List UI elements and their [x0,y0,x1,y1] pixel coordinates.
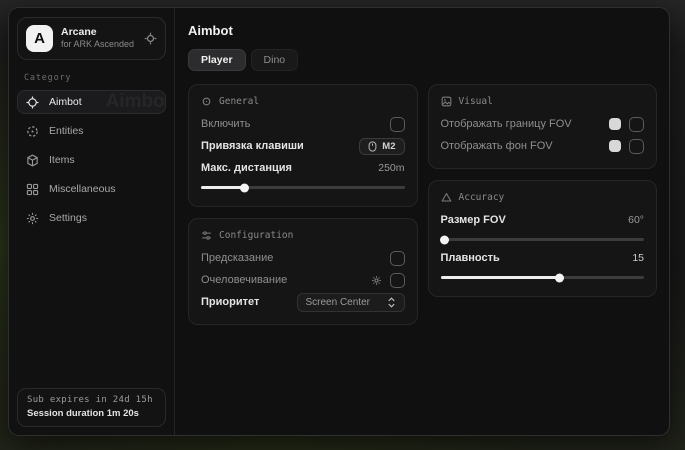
fov-border-color-swatch[interactable] [609,118,621,130]
slider-thumb[interactable] [440,235,449,244]
tab-dino[interactable]: Dino [251,49,299,71]
max-distance-label: Макс. дистанция [201,162,292,174]
max-distance-row: Макс. дистанция 250m [201,157,405,179]
fov-bg-checkbox[interactable] [629,139,644,154]
tab-player[interactable]: Player [188,49,246,71]
category-nav: Aimbot Aimbot Entities [17,90,166,230]
slider-thumb[interactable] [240,183,249,192]
fov-border-label: Отображать границу FOV [441,118,572,130]
page-title: Aimbot [188,23,657,38]
visual-card-title: Visual [459,96,493,107]
scan-icon [26,125,39,138]
fov-bg-row: Отображать фон FOV [441,135,645,157]
fov-bg-color-swatch[interactable] [609,140,621,152]
right-column: Visual Отображать границу FOV Отображать… [428,84,658,297]
card-columns: General Включить Привязка клавиши [188,84,657,325]
category-label: Category [24,73,159,83]
app-window: A Arcane for ARK Ascended Category [8,7,670,436]
prediction-row: Предсказание [201,247,405,269]
image-icon [441,96,452,107]
enable-checkbox[interactable] [390,117,405,132]
smoothness-row: Плавность 15 [441,247,645,269]
visual-card: Visual Отображать границу FOV Отображать… [428,84,658,169]
fov-bg-label: Отображать фон FOV [441,140,553,152]
prediction-checkbox[interactable] [390,251,405,266]
chevron-updown-icon [387,297,396,308]
humanize-settings-icon[interactable] [371,275,382,286]
slider-fill [201,186,244,189]
keybind-row: Привязка клавиши M2 [201,135,405,157]
slider-fill [441,276,559,279]
logo-text: Arcane for ARK Ascended [61,26,134,50]
fov-size-value: 60° [628,214,644,226]
priority-label: Приоритет [201,296,259,308]
sidebar-item-label: Items [49,154,75,166]
sidebar-item-ghost: Aimbot [106,91,166,113]
priority-value: Screen Center [306,297,370,308]
sidebar-item-label: Settings [49,212,87,224]
smoothness-slider[interactable] [441,276,645,279]
session-card: Sub expires in 24d 15h Session duration … [17,388,166,427]
sidebar-item-label: Entities [49,125,83,137]
configuration-card: Configuration Предсказание Очеловечивани… [188,218,418,325]
sidebar-item-aimbot[interactable]: Aimbot Aimbot [17,90,166,114]
main-content: Aimbot Player Dino Gener [175,8,669,435]
priority-row: Приоритет Screen Center [201,291,405,313]
keybind-button[interactable]: M2 [359,138,404,155]
grid-icon [26,183,39,196]
app-subtitle: for ARK Ascended [61,39,134,50]
humanize-row: Очеловечивание [201,269,405,291]
accuracy-card-header: Accuracy [441,192,645,203]
crosshair-icon [26,96,39,109]
gear-icon [26,212,39,225]
fov-border-checkbox[interactable] [629,117,644,132]
target-icon [201,96,212,107]
app-title: Arcane [61,26,134,39]
general-card: General Включить Привязка клавиши [188,84,418,207]
max-distance-value: 250m [378,162,404,174]
priority-dropdown[interactable]: Screen Center [297,293,405,312]
app-logo: A [26,25,53,52]
sidebar-item-items[interactable]: Items [17,148,166,172]
humanize-label: Очеловечивание [201,274,287,286]
max-distance-slider[interactable] [201,186,405,189]
configuration-card-header: Configuration [201,230,405,241]
accuracy-card-title: Accuracy [459,192,505,203]
sidebar-item-label: Miscellaneous [49,183,116,195]
sidebar-item-miscellaneous[interactable]: Miscellaneous [17,177,166,201]
keybind-value: M2 [382,141,395,152]
sidebar: A Arcane for ARK Ascended Category [9,8,175,435]
sidebar-item-settings[interactable]: Settings [17,206,166,230]
general-card-header: General [201,96,405,107]
sub-expires-text: Sub expires in 24d 15h [27,395,156,405]
focus-icon[interactable] [144,32,157,45]
logo-card: A Arcane for ARK Ascended [17,17,166,60]
sidebar-item-label: Aimbot [49,96,82,108]
smoothness-value: 15 [632,252,644,264]
humanize-checkbox[interactable] [390,273,405,288]
general-card-title: General [219,96,259,107]
fov-border-row: Отображать границу FOV [441,113,645,135]
smoothness-label: Плавность [441,252,500,264]
prediction-label: Предсказание [201,252,273,264]
tune-icon [201,230,212,241]
accuracy-card: Accuracy Размер FOV 60° Плавность 15 [428,180,658,297]
left-column: General Включить Привязка клавиши [188,84,418,325]
keybind-label: Привязка клавиши [201,140,304,152]
sidebar-item-entities[interactable]: Entities [17,119,166,143]
mouse-icon [368,141,377,152]
slider-thumb[interactable] [555,273,564,282]
triangle-icon [441,192,452,203]
enable-label: Включить [201,118,250,130]
fov-size-row: Размер FOV 60° [441,209,645,231]
visual-card-header: Visual [441,96,645,107]
session-duration-text: Session duration 1m 20s [27,408,156,419]
tab-bar: Player Dino [188,49,657,71]
fov-size-slider[interactable] [441,238,645,241]
fov-size-label: Размер FOV [441,214,506,226]
configuration-card-title: Configuration [219,230,293,241]
enable-row: Включить [201,113,405,135]
package-icon [26,154,39,167]
